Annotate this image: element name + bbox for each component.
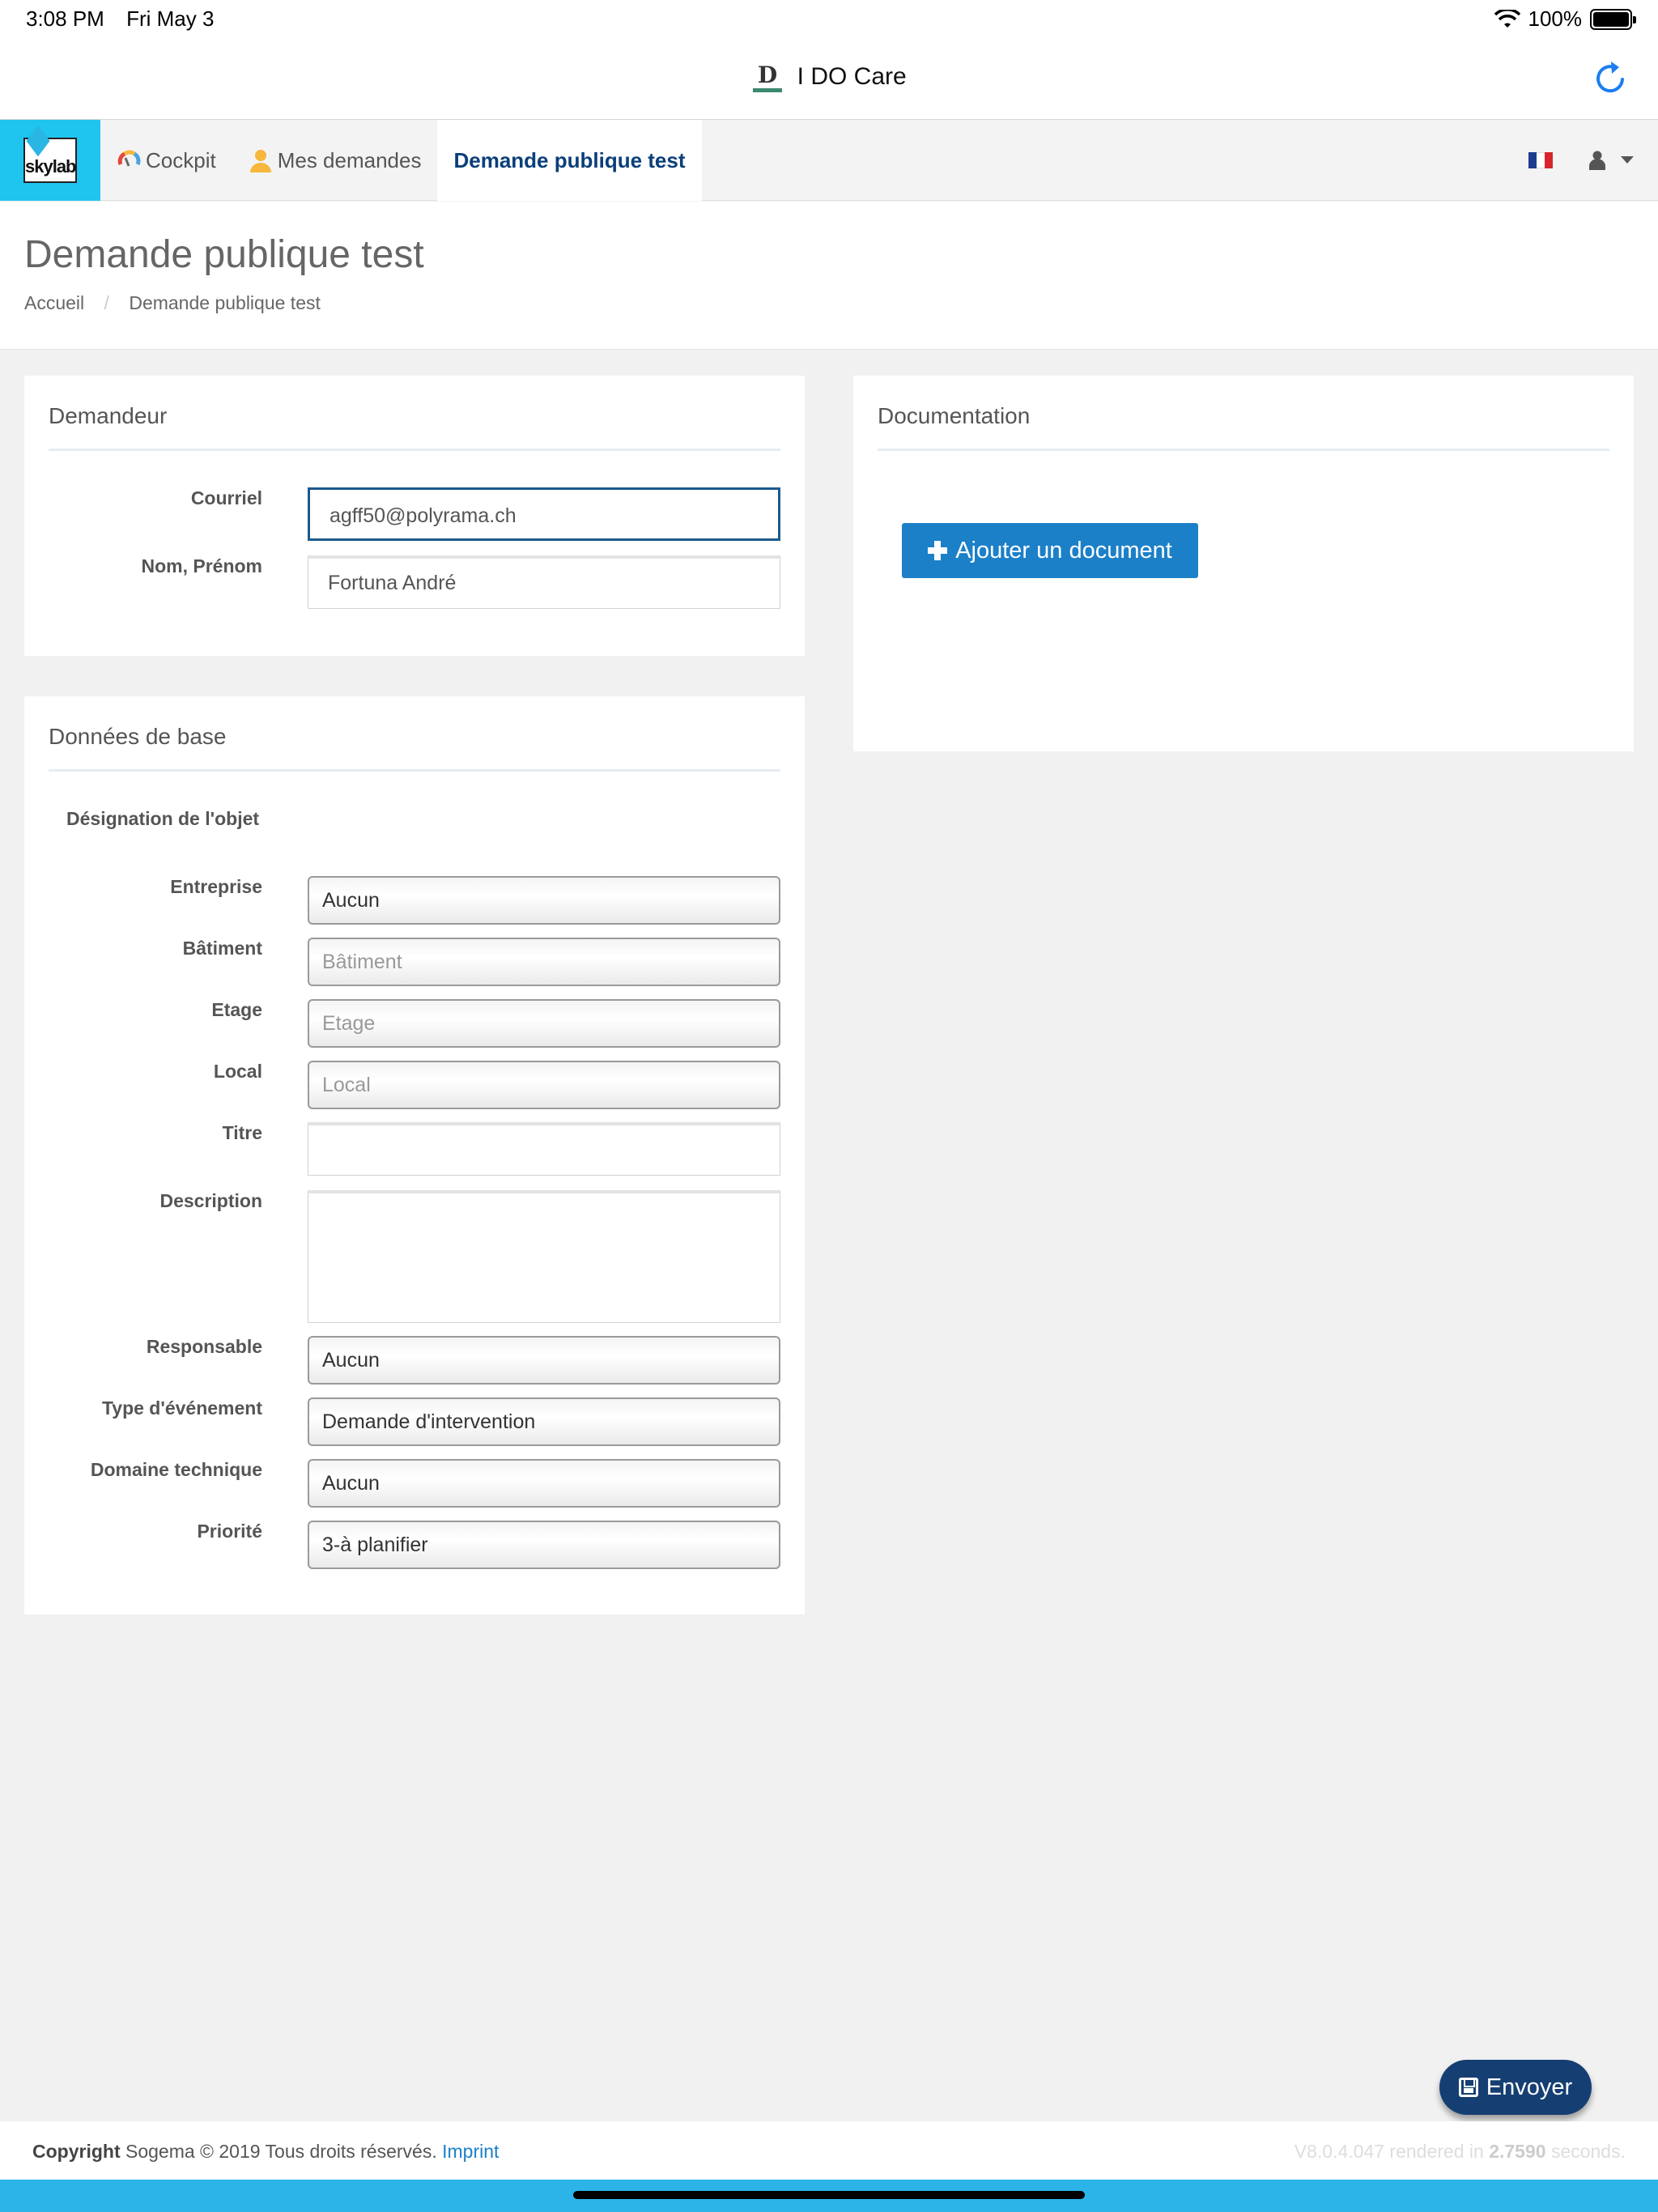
status-time: 3:08 PM: [26, 6, 104, 31]
send-button[interactable]: Envoyer: [1439, 2060, 1592, 2115]
version-suffix: seconds.: [1550, 2141, 1626, 2162]
render-time: 2.7590: [1489, 2141, 1546, 2162]
chevron-down-icon: [1621, 156, 1634, 164]
documentation-panel: Documentation Ajouter un document: [853, 376, 1634, 751]
batiment-label: Bâtiment: [182, 938, 262, 959]
type-evenement-label: Type d'événement: [101, 1397, 262, 1419]
email-label: Courriel: [190, 487, 262, 508]
battery-percent: 100%: [1528, 6, 1583, 31]
entreprise-label: Entreprise: [170, 876, 262, 897]
footer: Copyright Sogema © 2019 Tous droits rése…: [0, 2121, 1658, 2180]
copyright-text: Sogema © 2019 Tous droits réservés.: [125, 2141, 437, 2162]
responsable-label: Responsable: [146, 1336, 262, 1357]
app-logo-icon: D: [753, 62, 783, 92]
user-menu[interactable]: [1588, 151, 1634, 170]
domaine-technique-select[interactable]: Aucun: [308, 1459, 780, 1508]
description-textarea[interactable]: [308, 1190, 780, 1323]
domaine-technique-label: Domaine technique: [90, 1459, 262, 1480]
demandeur-panel: Demandeur Courriel agff50@polyrama.ch No…: [24, 376, 805, 656]
cube-icon: [26, 125, 50, 157]
home-bar-area: [0, 2180, 1658, 2212]
nav-label-cockpit: Cockpit: [146, 147, 216, 172]
donnees-panel: Données de base Désignation de l'objet E…: [24, 696, 805, 1614]
app-title-text: I DO Care: [797, 62, 907, 90]
designation-label: Désignation de l'objet: [66, 808, 260, 829]
entreprise-select[interactable]: Aucun: [308, 876, 780, 925]
user-avatar-icon: [1589, 151, 1605, 170]
nav-label-mes-demandes: Mes demandes: [277, 147, 422, 172]
demandeur-heading: Demandeur: [49, 403, 780, 451]
local-select[interactable]: Local: [308, 1061, 780, 1109]
titre-field[interactable]: [308, 1122, 780, 1176]
status-bar: 3:08 PM Fri May 3 100%: [0, 0, 1658, 39]
nav-item-cockpit[interactable]: Cockpit: [100, 120, 232, 201]
save-icon: [1458, 2078, 1478, 2097]
app-title-bar: D I DO Care: [0, 39, 1658, 120]
priorite-select[interactable]: 3-à planifier: [308, 1521, 780, 1569]
send-label: Envoyer: [1486, 2074, 1573, 2100]
name-label: Nom, Prénom: [141, 555, 262, 576]
documentation-heading: Documentation: [878, 403, 1609, 451]
french-flag-icon[interactable]: [1528, 152, 1553, 168]
home-indicator[interactable]: [573, 2191, 1085, 2199]
breadcrumb: Accueil / Demande publique test: [24, 292, 321, 314]
priorite-label: Priorité: [197, 1521, 262, 1542]
nav-label-demande-publique: Demande publique test: [453, 147, 686, 172]
battery-icon: [1590, 8, 1636, 30]
wifi-icon: [1494, 9, 1520, 28]
breadcrumb-home[interactable]: Accueil: [24, 292, 84, 313]
breadcrumb-current: Demande publique test: [129, 292, 321, 313]
status-date: Fri May 3: [126, 6, 215, 31]
nav-item-demande-publique[interactable]: Demande publique test: [437, 120, 702, 201]
svg-text:D: D: [758, 62, 777, 88]
name-field[interactable]: Fortuna André: [308, 555, 780, 609]
copyright-label: Copyright: [32, 2141, 121, 2162]
local-label: Local: [213, 1061, 262, 1082]
footer-copyright: Copyright Sogema © 2019 Tous droits rése…: [32, 2141, 499, 2163]
page-title: Demande publique test: [24, 233, 424, 276]
batiment-select[interactable]: Bâtiment: [308, 938, 780, 986]
nav-item-mes-demandes[interactable]: Mes demandes: [232, 120, 438, 201]
app-title: D I DO Care: [0, 62, 1658, 94]
email-field[interactable]: agff50@polyrama.ch: [308, 487, 780, 541]
imprint-link[interactable]: Imprint: [442, 2141, 499, 2162]
etage-label: Etage: [211, 999, 262, 1020]
etage-select[interactable]: Etage: [308, 999, 780, 1048]
description-label: Description: [159, 1190, 262, 1211]
reload-icon[interactable]: [1592, 58, 1630, 97]
gauge-icon: [117, 150, 141, 167]
version-prefix: V8.0.4.047 rendered in: [1294, 2141, 1484, 2162]
plus-icon: [928, 541, 948, 560]
skylab-logo: skylab: [23, 125, 77, 183]
breadcrumb-separator: /: [104, 292, 109, 313]
donnees-heading: Données de base: [49, 724, 780, 772]
titre-label: Titre: [222, 1122, 262, 1143]
type-evenement-select[interactable]: Demande d'intervention: [308, 1397, 780, 1446]
add-document-label: Ajouter un document: [955, 537, 1172, 564]
user-icon: [249, 150, 271, 172]
main-navigation: skylab Cockpit Mes demandes Demande publ…: [0, 120, 1658, 201]
page-header: Demande publique test Accueil / Demande …: [0, 202, 1658, 350]
footer-version: V8.0.4.047 rendered in 2.7590 seconds.: [1295, 2141, 1626, 2163]
brand-logo[interactable]: skylab: [0, 120, 100, 201]
responsable-select[interactable]: Aucun: [308, 1336, 780, 1385]
add-document-button[interactable]: Ajouter un document: [902, 523, 1198, 578]
